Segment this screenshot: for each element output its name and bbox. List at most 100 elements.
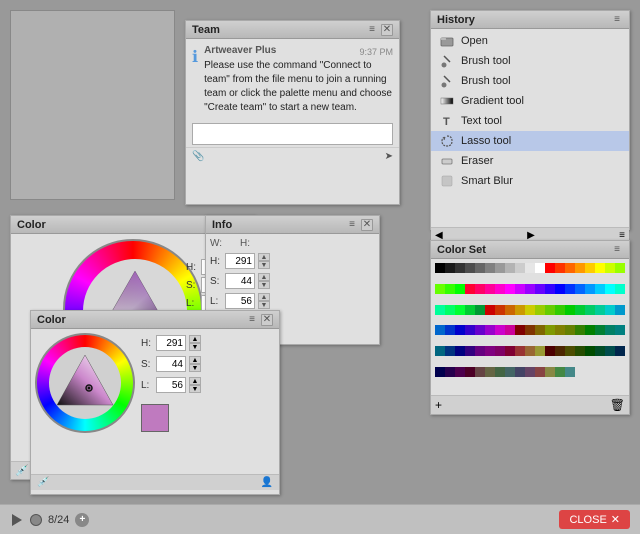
swatch-3[interactable] [465,263,475,273]
swatch-56[interactable] [615,305,625,315]
swatch-71[interactable] [575,325,585,335]
swatch-104[interactable] [525,367,535,377]
swatch-82[interactable] [495,346,505,356]
swatch-90[interactable] [575,346,585,356]
team-text-input[interactable] [193,124,392,144]
color-small-panel-header[interactable]: Color ≡ ✕ [31,311,279,329]
color-small-menu-icon[interactable]: ≡ [249,314,255,325]
color-eyedropper-icon[interactable]: 💉 [15,464,29,477]
swatch-84[interactable] [515,346,525,356]
swatch-66[interactable] [525,325,535,335]
swatch-92[interactable] [595,346,605,356]
swatch-2[interactable] [455,263,465,273]
swatch-46[interactable] [515,305,525,315]
swatch-22[interactable] [465,284,475,294]
swatch-106[interactable] [545,367,555,377]
info-panel-header[interactable]: Info ≡ ✕ [206,216,379,234]
info-hue-up[interactable]: ▲ [258,253,270,261]
swatch-42[interactable] [475,305,485,315]
swatch-33[interactable] [575,284,585,294]
swatch-80[interactable] [475,346,485,356]
team-attach-icon[interactable]: 📎 [192,151,204,162]
swatch-54[interactable] [595,305,605,315]
history-item-blur[interactable]: Smart Blur [431,171,629,191]
swatch-15[interactable] [585,263,595,273]
swatch-12[interactable] [555,263,565,273]
history-item-lasso[interactable]: Lasso tool [431,131,629,151]
small-color-swatch[interactable] [141,404,169,432]
swatch-10[interactable] [535,263,545,273]
info-light-down[interactable]: ▼ [258,301,270,309]
swatch-14[interactable] [575,263,585,273]
swatch-99[interactable] [475,367,485,377]
history-item-brush[interactable]: Brush tool [431,51,629,71]
swatch-50[interactable] [555,305,565,315]
swatch-91[interactable] [585,346,595,356]
swatch-62[interactable] [485,325,495,335]
swatch-78[interactable] [455,346,465,356]
team-panel-close-icon[interactable]: ✕ [381,24,393,36]
color-small-close-icon[interactable]: ✕ [261,314,273,326]
swatch-6[interactable] [495,263,505,273]
swatch-57[interactable] [435,325,445,335]
swatch-76[interactable] [435,346,445,356]
record-button[interactable] [30,514,42,526]
swatch-77[interactable] [445,346,455,356]
swatch-102[interactable] [505,367,515,377]
small-hue-up[interactable]: ▲ [189,335,201,343]
info-panel-menu-icon[interactable]: ≡ [349,219,355,230]
info-panel-close-icon[interactable]: ✕ [361,219,373,231]
info-light-up[interactable]: ▲ [258,293,270,301]
history-item-folder[interactable]: Open [431,31,629,51]
swatch-58[interactable] [445,325,455,335]
color-small-wheel-container[interactable] [35,333,135,433]
swatch-69[interactable] [555,325,565,335]
swatch-98[interactable] [465,367,475,377]
swatch-67[interactable] [535,325,545,335]
small-hue-down[interactable]: ▼ [189,343,201,351]
swatch-61[interactable] [475,325,485,335]
swatch-74[interactable] [605,325,615,335]
swatch-27[interactable] [515,284,525,294]
small-sat-input[interactable] [156,356,186,372]
swatch-32[interactable] [565,284,575,294]
history-item-brush[interactable]: Brush tool [431,71,629,91]
swatch-45[interactable] [505,305,515,315]
info-light-input[interactable] [225,293,255,309]
team-panel-header[interactable]: Team ≡ ✕ [186,21,399,39]
swatch-49[interactable] [545,305,555,315]
small-hue-input[interactable] [156,335,186,351]
history-panel-menu-icon[interactable]: ≡ [614,14,620,25]
color-small-wheel[interactable] [35,333,135,433]
swatch-47[interactable] [525,305,535,315]
swatch-65[interactable] [515,325,525,335]
swatch-29[interactable] [535,284,545,294]
swatch-97[interactable] [455,367,465,377]
info-sat-down[interactable]: ▼ [258,281,270,289]
swatch-107[interactable] [555,367,565,377]
swatch-40[interactable] [455,305,465,315]
small-sat-down[interactable]: ▼ [189,364,201,372]
swatch-85[interactable] [525,346,535,356]
swatch-64[interactable] [505,325,515,335]
swatch-87[interactable] [545,346,555,356]
swatch-34[interactable] [585,284,595,294]
colorset-panel-menu-icon[interactable]: ≡ [614,244,620,255]
small-light-up[interactable]: ▲ [189,377,201,385]
swatch-19[interactable] [435,284,445,294]
swatch-51[interactable] [565,305,575,315]
small-light-input[interactable] [156,377,186,393]
swatch-21[interactable] [455,284,465,294]
swatch-72[interactable] [585,325,595,335]
colorset-delete-icon[interactable]: 🗑 [610,398,625,412]
swatch-24[interactable] [485,284,495,294]
swatch-73[interactable] [595,325,605,335]
history-panel-header[interactable]: History ≡ [431,11,629,29]
swatch-70[interactable] [565,325,575,335]
info-hue-input[interactable] [225,253,255,269]
history-item-text[interactable]: TText tool [431,111,629,131]
swatch-30[interactable] [545,284,555,294]
swatch-48[interactable] [535,305,545,315]
history-item-gradient[interactable]: Gradient tool [431,91,629,111]
swatch-103[interactable] [515,367,525,377]
